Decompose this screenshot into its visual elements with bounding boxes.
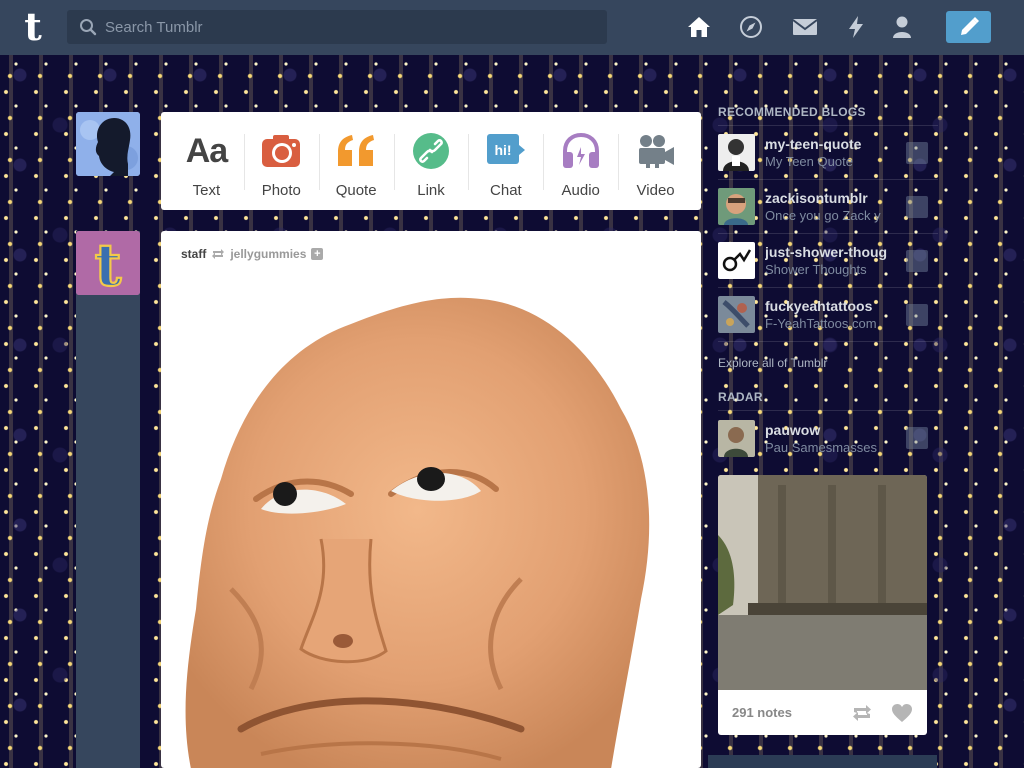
explore-all-link[interactable]: Explore all of Tumblr [718, 356, 938, 370]
reblog-icon [212, 249, 225, 259]
left-rail [76, 231, 140, 768]
post-author-link[interactable]: staff [181, 247, 206, 261]
blog-title: Once you go Zack y [765, 208, 881, 223]
post-type-label: Text [192, 182, 221, 199]
post-type-label: Video [636, 182, 675, 199]
post-video-button[interactable]: Video [618, 112, 693, 210]
pencil-icon [960, 17, 979, 35]
post-text-button[interactable]: Aa Text [169, 112, 244, 210]
post-type-label: Photo [261, 182, 301, 199]
post-audio-button[interactable]: Audio [543, 112, 618, 210]
follow-button[interactable] [906, 142, 928, 164]
home-icon[interactable] [686, 14, 712, 40]
heart-icon[interactable] [891, 703, 913, 723]
notes-count[interactable]: 291 notes [732, 705, 851, 720]
top-navigation-bar: t [0, 0, 1024, 55]
search-box[interactable] [67, 10, 607, 44]
post-photo-button[interactable]: Photo [243, 112, 319, 210]
camera-icon [262, 135, 301, 167]
right-sidebar: RECOMMENDED BLOGS my-teen-quote My Teen … [718, 105, 938, 465]
blog-name[interactable]: just-shower-thoug [765, 243, 900, 261]
reblog-icon[interactable] [851, 704, 873, 722]
blog-avatar[interactable] [718, 188, 755, 225]
post-type-label: Audio [561, 182, 600, 199]
account-icon[interactable] [889, 14, 915, 40]
recommended-blogs-title: RECOMMENDED BLOGS [718, 105, 938, 126]
video-camera-icon [638, 135, 674, 168]
radar-post: 291 notes [718, 475, 927, 735]
blog-name[interactable]: zackisontumblr [765, 189, 900, 207]
follow-button[interactable] [906, 304, 928, 326]
post-link-button[interactable]: Link [393, 112, 469, 210]
post-chat-button[interactable]: hi! Chat [468, 112, 543, 210]
post-quote-button[interactable]: Quote [318, 112, 394, 210]
search-icon [80, 19, 97, 36]
sidebar-bottom-strip [708, 755, 937, 768]
blog-title: My Teen Quote [765, 154, 853, 169]
text-icon: Aa [185, 131, 228, 170]
follow-button[interactable] [906, 250, 928, 272]
post-type-label: Quote [335, 182, 377, 199]
follow-button[interactable] [906, 427, 928, 449]
blog-avatar[interactable] [718, 134, 755, 171]
dashboard-post: staff jellygummies + [161, 231, 701, 768]
blog-name[interactable]: fuckyeahtattoos [765, 297, 900, 315]
chat-icon: hi! [486, 134, 525, 164]
recommended-blog-row[interactable]: zackisontumblr Once you go Zack y [718, 180, 938, 234]
radar-post-footer: 291 notes [718, 690, 927, 735]
staff-avatar[interactable]: t [76, 231, 140, 295]
blog-name[interactable]: pauwow [765, 421, 900, 439]
search-input[interactable] [105, 18, 585, 36]
post-type-bar: Aa Text Photo Quote Link hi! Chat Audio [161, 112, 701, 210]
blog-avatar[interactable] [718, 419, 755, 457]
link-icon [413, 133, 449, 169]
reblogged-from-link[interactable]: jellygummies [230, 247, 306, 261]
post-type-label: Chat [490, 182, 522, 199]
radar-photo[interactable] [718, 475, 927, 690]
post-photo[interactable] [161, 289, 701, 768]
follow-plus-icon[interactable]: + [311, 248, 324, 260]
inbox-icon[interactable] [792, 14, 818, 40]
explore-icon[interactable] [738, 14, 764, 40]
post-type-label: Link [417, 182, 445, 199]
activity-icon[interactable] [843, 14, 869, 40]
tumblr-logo[interactable]: t [15, 7, 51, 47]
recommended-blog-row[interactable]: just-shower-thoug Shower Thoughts [718, 234, 938, 288]
recommended-blog-row[interactable]: my-teen-quote My Teen Quote [718, 126, 938, 180]
radar-title: RADAR [718, 390, 938, 411]
headphones-icon [562, 133, 599, 168]
follow-button[interactable] [906, 196, 928, 218]
recommended-blog-row[interactable]: fuckyeahtattoos F-YeahTattoos.com [718, 288, 938, 342]
blog-title: F-YeahTattoos.com [765, 316, 877, 331]
blog-avatar[interactable] [718, 296, 755, 333]
svg-text:hi!: hi! [494, 142, 511, 158]
quote-icon [338, 135, 375, 166]
user-avatar[interactable] [76, 112, 140, 176]
blog-title: Pau Samesmasses [765, 439, 877, 455]
radar-blog-row[interactable]: pauwow Pau Samesmasses [718, 411, 938, 465]
blog-name[interactable]: my-teen-quote [765, 135, 900, 153]
svg-text:t: t [95, 231, 122, 295]
blog-avatar[interactable] [718, 242, 755, 279]
compose-button[interactable] [946, 11, 991, 43]
post-header: staff jellygummies + [181, 247, 324, 261]
blog-title: Shower Thoughts [765, 262, 867, 277]
